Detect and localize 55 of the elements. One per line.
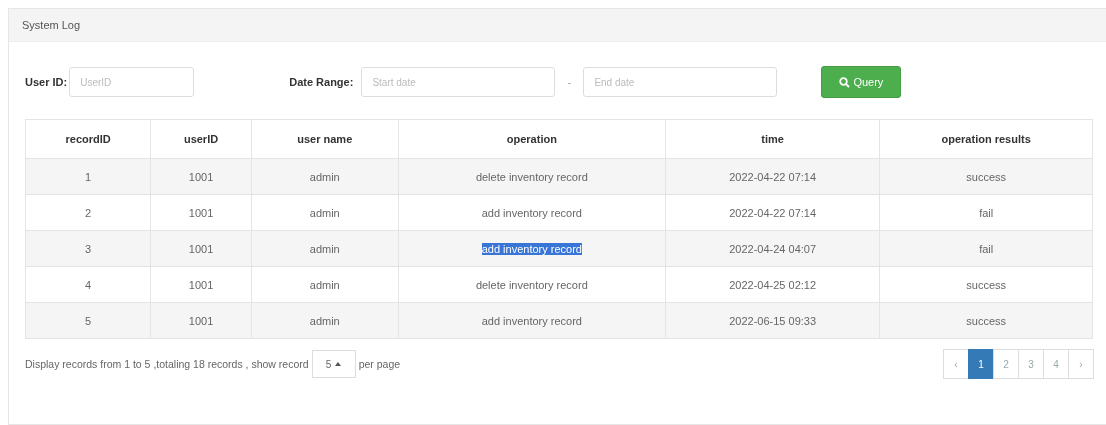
table-cell: success	[879, 158, 1093, 195]
table-cell: delete inventory record	[398, 266, 666, 303]
page-button[interactable]: ›	[1068, 349, 1094, 379]
per-page-label: per page	[358, 358, 401, 370]
page-size-dropdown[interactable]: 5	[311, 350, 356, 378]
query-button[interactable]: Query	[821, 66, 902, 98]
column-header: recordID	[25, 119, 151, 159]
table-cell: admin	[251, 230, 399, 267]
table-cell: 3	[25, 230, 151, 267]
table-cell: 5	[25, 302, 151, 339]
page-button[interactable]: 2	[993, 349, 1019, 379]
column-header: user name	[251, 119, 399, 159]
table-cell: 2022-04-22 07:14	[665, 158, 880, 195]
start-date-field[interactable]: Start date	[361, 67, 556, 97]
range-separator: -	[566, 76, 573, 88]
table-cell: add inventory record	[398, 302, 666, 339]
page-button[interactable]: ‹	[943, 349, 969, 379]
table-cell: add inventory record	[398, 230, 666, 267]
column-header: operation	[398, 119, 666, 159]
table-cell: 4	[25, 266, 151, 303]
table-cell: 2022-04-24 04:07	[665, 230, 880, 267]
table-cell: delete inventory record	[398, 158, 666, 195]
page-button[interactable]: 3	[1018, 349, 1044, 379]
column-header: time	[665, 119, 880, 159]
table-cell: 2022-04-22 07:14	[665, 194, 880, 231]
table-cell: add inventory record	[398, 194, 666, 231]
user-id-label: User ID:	[25, 76, 68, 88]
column-header: userID	[150, 119, 252, 159]
table-cell: 1	[25, 158, 151, 195]
records-summary: Display records from 1 to 5 ,totaling 18 records , show record	[25, 358, 309, 370]
table-cell: 1001	[150, 266, 252, 303]
table-cell: success	[879, 302, 1093, 339]
table-cell: admin	[251, 302, 399, 339]
table-cell: 2022-06-15 09:33	[665, 302, 880, 339]
page-button[interactable]: 4	[1043, 349, 1069, 379]
page-button[interactable]: 1	[968, 349, 994, 379]
table-cell: fail	[879, 194, 1093, 231]
table-cell: success	[879, 266, 1093, 303]
table-cell: 1001	[150, 194, 252, 231]
user-id-field[interactable]: UserID	[69, 67, 195, 97]
table-cell: admin	[251, 266, 399, 303]
table-cell: fail	[879, 230, 1093, 267]
panel-title: System Log	[22, 19, 81, 31]
end-date-field[interactable]: End date	[583, 67, 778, 97]
search-icon	[839, 76, 851, 88]
table-cell: admin	[251, 194, 399, 231]
date-range-label: Date Range:	[289, 76, 354, 88]
table-cell: 1001	[150, 302, 252, 339]
table-cell: 2	[25, 194, 151, 231]
table-cell: 1001	[150, 158, 252, 195]
table-cell: admin	[251, 158, 399, 195]
table-cell: 2022-04-25 02:12	[665, 266, 880, 303]
table-cell: 1001	[150, 230, 252, 267]
column-header: operation results	[879, 119, 1093, 159]
caret-icon	[335, 362, 342, 366]
